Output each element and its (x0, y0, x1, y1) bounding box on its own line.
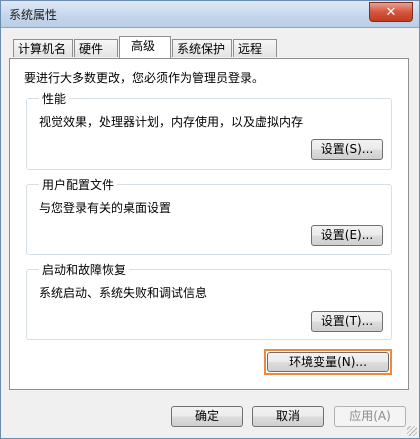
close-button[interactable]: ✕ (369, 2, 413, 22)
startup-recovery-group-title: 启动和故障恢复 (39, 261, 130, 278)
tab-advanced[interactable]: 高级 (119, 36, 171, 58)
user-profiles-description: 与您登录有关的桌面设置 (39, 201, 172, 215)
tab-hardware[interactable]: 硬件 (74, 39, 118, 57)
performance-group-title: 性能 (39, 90, 70, 107)
performance-settings-button[interactable]: 设置(S)... (311, 139, 383, 160)
ok-button[interactable]: 确定 (171, 406, 243, 427)
window-title: 系统属性 (9, 8, 58, 22)
admin-notice: 要进行大多数更改，您必须作为管理员登录。 (24, 71, 265, 85)
apply-button: 应用(A) (334, 406, 406, 427)
environment-variables-button[interactable]: 环境变量(N)... (267, 352, 389, 372)
tab-remote[interactable]: 远程 (233, 39, 277, 57)
resize-grip-icon[interactable] (407, 426, 417, 436)
startup-recovery-settings-button[interactable]: 设置(T)... (311, 311, 383, 332)
tab-system-protection[interactable]: 系统保护 (172, 39, 232, 57)
user-profiles-settings-button[interactable]: 设置(E)... (311, 225, 383, 246)
startup-recovery-description: 系统启动、系统失败和调试信息 (39, 286, 208, 300)
user-profiles-group-title: 用户配置文件 (39, 176, 118, 193)
startup-recovery-group: 启动和故障恢复 系统启动、系统失败和调试信息 设置(T)... (26, 261, 392, 340)
system-properties-window: 系统属性 ✕ 计算机名 硬件 高级 系统保护 远程 要进行大多数更改，您必须作为… (0, 0, 420, 439)
tab-computer-name[interactable]: 计算机名 (13, 39, 73, 57)
title-bar[interactable]: 系统属性 ✕ (1, 1, 419, 28)
close-icon: ✕ (385, 4, 397, 20)
performance-description: 视觉效果，处理器计划，内存使用，以及虚拟内存 (39, 115, 304, 129)
cancel-button[interactable]: 取消 (252, 406, 324, 427)
performance-group: 性能 视觉效果，处理器计划，内存使用，以及虚拟内存 设置(S)... (26, 90, 392, 170)
user-profiles-group: 用户配置文件 与您登录有关的桌面设置 设置(E)... (26, 176, 392, 255)
